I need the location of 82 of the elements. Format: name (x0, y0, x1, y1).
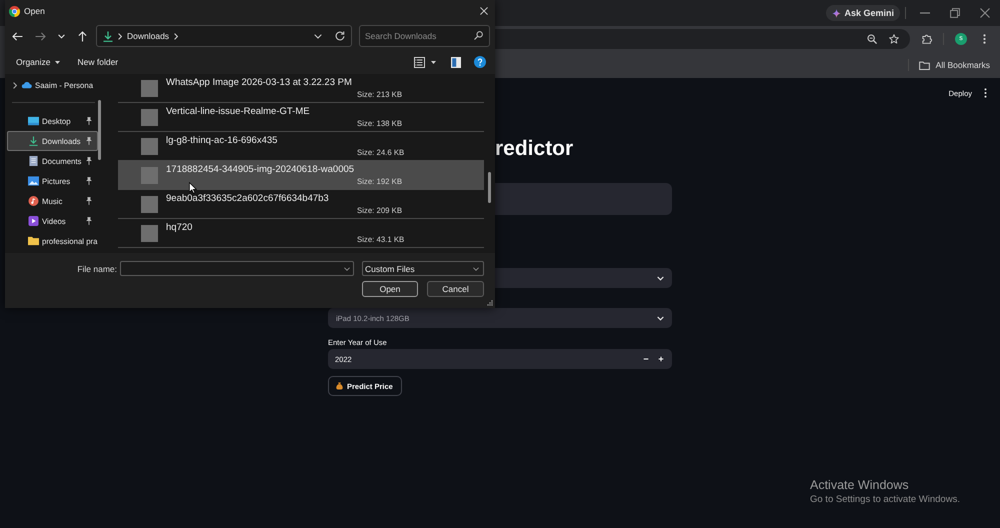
close-icon[interactable] (980, 8, 990, 18)
chevron-down-icon (657, 276, 664, 280)
video-icon (28, 216, 39, 226)
activation-notice-title: Activate Windows (810, 478, 910, 492)
kebab-menu-icon[interactable] (984, 88, 987, 98)
refresh-icon[interactable] (335, 31, 345, 41)
cursor-icon (189, 182, 197, 194)
organize-menu-button[interactable]: Organize (16, 57, 60, 67)
view-button[interactable] (414, 56, 436, 68)
file-name: 9eab0a3f33635c2a602c67f6634b47b3 (166, 193, 330, 205)
file-name: Vertical-line-issue-Realme-GT-ME (166, 106, 311, 118)
photo-placeholder (141, 224, 158, 242)
decrement-button[interactable]: − (640, 354, 652, 364)
scrollbar-thumb[interactable] (488, 172, 491, 203)
all-bookmarks-button[interactable]: All Bookmarks (918, 60, 990, 70)
photo-placeholder (141, 138, 158, 154)
caret-icon (54, 60, 60, 64)
file-name: hq720 (166, 222, 194, 234)
pin-icon[interactable] (86, 197, 92, 205)
file-name: 1718882454-344905-img-20240618-wa0005 (166, 164, 356, 176)
app-logo-icon (9, 6, 20, 16)
download-icon (28, 136, 39, 146)
ask-gemini-button[interactable]: Ask Gemini (826, 5, 900, 21)
breadcrumb-item[interactable]: Downloads (127, 31, 170, 41)
chevron-down-icon[interactable] (314, 34, 322, 38)
search-field[interactable]: Search Downloads (359, 25, 490, 47)
folder-icon (28, 236, 39, 246)
photo-placeholder (141, 166, 158, 184)
dialog-title: Open (24, 6, 45, 16)
chevron-down-icon (473, 266, 479, 270)
chevron-down-icon (657, 316, 664, 320)
minimize-icon[interactable] (920, 12, 930, 14)
desktop-icon (28, 116, 39, 126)
resize-grip-icon[interactable] (487, 300, 493, 306)
pin-icon[interactable] (86, 177, 92, 185)
help-icon[interactable] (474, 56, 486, 68)
scrollbar-thumb[interactable] (98, 100, 101, 160)
preview-pane-icon[interactable] (451, 56, 461, 68)
chevron-right-icon (118, 32, 122, 40)
back-arrow-icon[interactable] (12, 32, 23, 40)
zoom-icon[interactable] (867, 34, 877, 44)
details-view-icon (414, 56, 425, 68)
chevron-right-icon[interactable] (13, 82, 17, 88)
kebab-menu-icon[interactable] (983, 34, 986, 44)
pin-icon[interactable] (86, 157, 92, 165)
star-icon[interactable] (889, 34, 899, 44)
file-name-field[interactable] (120, 261, 354, 276)
new-folder-button[interactable]: New folder (78, 57, 118, 67)
increment-button[interactable]: + (655, 354, 667, 364)
pin-icon[interactable] (86, 117, 92, 125)
cloud-icon (21, 80, 32, 90)
pin-icon[interactable] (86, 217, 92, 225)
photo-placeholder (141, 196, 158, 212)
restore-icon[interactable] (950, 8, 960, 18)
download-icon (103, 30, 113, 42)
select-field[interactable] (495, 268, 672, 288)
file-name: lg-g8-thinq-ac-16-696x435 (166, 135, 278, 147)
up-arrow-icon[interactable] (78, 30, 87, 42)
close-icon[interactable] (480, 7, 488, 15)
page-title: redictor (495, 137, 574, 161)
search-icon (474, 31, 483, 40)
file-type-select[interactable]: Custom Files (362, 261, 484, 276)
address-field[interactable]: Downloads (96, 25, 352, 47)
open-button[interactable]: Open (362, 281, 418, 297)
pin-icon[interactable] (86, 137, 92, 145)
chevron-down-icon[interactable] (344, 267, 350, 271)
file-name-label: File name: (77, 264, 117, 274)
sparkle-icon (832, 8, 842, 18)
pictures-icon (28, 176, 39, 186)
file-name: WhatsApp Image 2026-03-13 at 3.22.23 PM (166, 77, 353, 89)
chevron-right-icon[interactable] (174, 32, 178, 40)
caret-icon (431, 60, 436, 64)
music-icon (28, 196, 39, 206)
text-field[interactable] (495, 183, 672, 215)
money-bag-icon (336, 382, 343, 390)
photo-placeholder (141, 108, 158, 126)
puzzle-icon[interactable] (922, 34, 932, 44)
photo-placeholder (141, 80, 158, 96)
document-icon (28, 156, 39, 166)
folder-icon (918, 60, 930, 70)
activation-notice-text: Go to Settings to activate Windows. (810, 494, 960, 505)
cancel-button[interactable]: Cancel (427, 281, 484, 297)
